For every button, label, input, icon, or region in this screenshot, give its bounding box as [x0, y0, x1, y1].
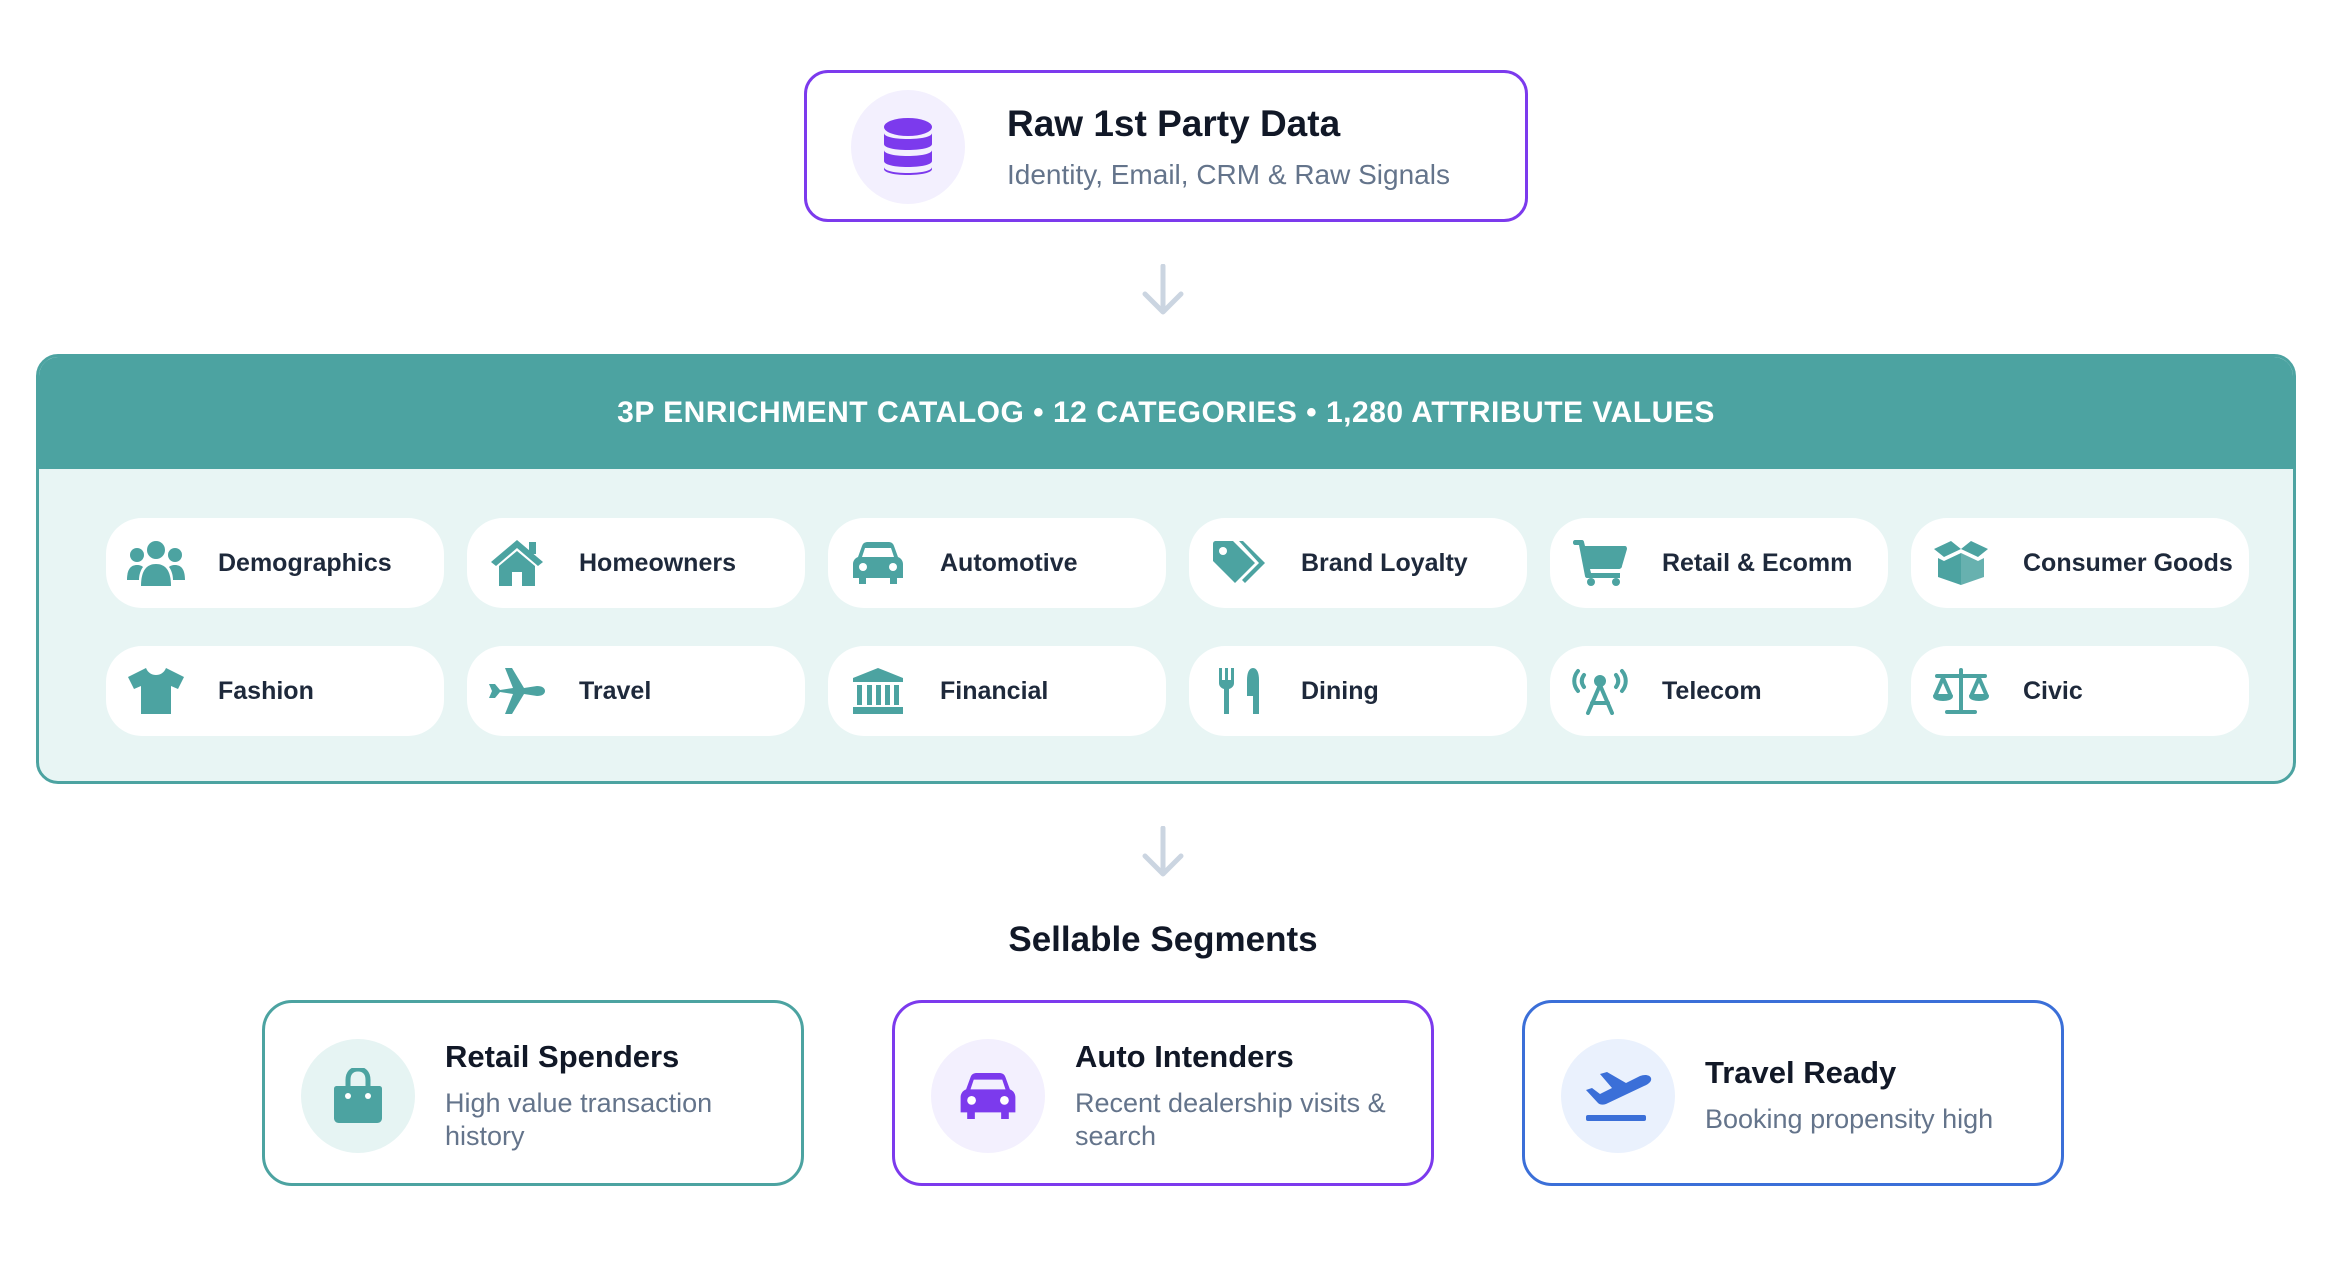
category-label: Fashion: [218, 676, 314, 705]
source-title: Raw 1st Party Data: [1007, 103, 1341, 144]
source-card: Raw 1st Party Data Identity, Email, CRM …: [804, 70, 1528, 222]
bank-icon: [848, 666, 908, 716]
segment-description: High value transaction history: [445, 1088, 713, 1151]
tags-icon: [1209, 538, 1269, 588]
plane-departure-icon: [1561, 1039, 1675, 1153]
house-icon: [487, 538, 547, 588]
arrow-down-icon: [1142, 826, 1184, 877]
users-icon: [126, 538, 186, 588]
box-open-icon: [1931, 538, 1991, 588]
segment-description: Booking propensity high: [1705, 1104, 1994, 1134]
segment-travel-ready: Travel Ready Booking propensity high: [1522, 1000, 2064, 1186]
category-label: Automotive: [940, 548, 1078, 577]
category-travel: Travel: [467, 646, 805, 736]
category-label: Brand Loyalty: [1301, 548, 1468, 577]
scale-icon: [1931, 666, 1991, 716]
category-label: Civic: [2023, 676, 2083, 705]
category-label: Travel: [579, 676, 652, 705]
source-subtitle: Identity, Email, CRM & Raw Signals: [1007, 159, 1450, 190]
car-icon: [931, 1039, 1045, 1153]
category-homeowners: Homeowners: [467, 518, 805, 608]
category-label: Telecom: [1662, 676, 1762, 705]
category-dining: Dining: [1189, 646, 1527, 736]
category-consumer-goods: Consumer Goods: [1911, 518, 2249, 608]
category-label: Consumer Goods: [2023, 548, 2233, 577]
utensils-icon: [1209, 666, 1269, 716]
category-retail-ecomm: Retail & Ecomm: [1550, 518, 1888, 608]
segment-auto-intenders: Auto Intenders Recent dealership visits …: [892, 1000, 1434, 1186]
category-label: Financial: [940, 676, 1049, 705]
category-label: Retail & Ecomm: [1662, 548, 1853, 577]
category-label: Demographics: [218, 548, 392, 577]
segment-description: Recent dealership visits & search: [1075, 1088, 1386, 1151]
category-financial: Financial: [828, 646, 1166, 736]
segment-retail-spenders: Retail Spenders High value transaction h…: [262, 1000, 804, 1186]
cart-icon: [1570, 538, 1630, 588]
catalog-title: 3P ENRICHMENT CATALOG • 12 CATEGORIES • …: [617, 396, 1715, 429]
category-civic: Civic: [1911, 646, 2249, 736]
category-label: Homeowners: [579, 548, 736, 577]
catalog-header: 3P ENRICHMENT CATALOG • 12 CATEGORIES • …: [39, 357, 2293, 469]
category-demographics: Demographics: [106, 518, 444, 608]
category-fashion: Fashion: [106, 646, 444, 736]
plane-icon: [487, 666, 547, 716]
category-grid: Demographics Homeowners Automotive Brand…: [106, 518, 2249, 736]
tower-icon: [1570, 666, 1630, 716]
shirt-icon: [126, 666, 186, 716]
segment-title: Auto Intenders: [1075, 1039, 1294, 1074]
enrichment-catalog: 3P ENRICHMENT CATALOG • 12 CATEGORIES • …: [36, 354, 2296, 784]
category-brand-loyalty: Brand Loyalty: [1189, 518, 1527, 608]
category-automotive: Automotive: [828, 518, 1166, 608]
shopping-bag-icon: [301, 1039, 415, 1153]
car-icon: [848, 538, 908, 588]
segment-title: Retail Spenders: [445, 1039, 680, 1074]
category-label: Dining: [1301, 676, 1379, 705]
segment-title: Travel Ready: [1705, 1055, 1897, 1090]
arrow-down-icon: [1142, 264, 1184, 315]
segments-title: Sellable Segments: [1008, 920, 1318, 959]
database-icon: [851, 90, 965, 204]
category-telecom: Telecom: [1550, 646, 1888, 736]
